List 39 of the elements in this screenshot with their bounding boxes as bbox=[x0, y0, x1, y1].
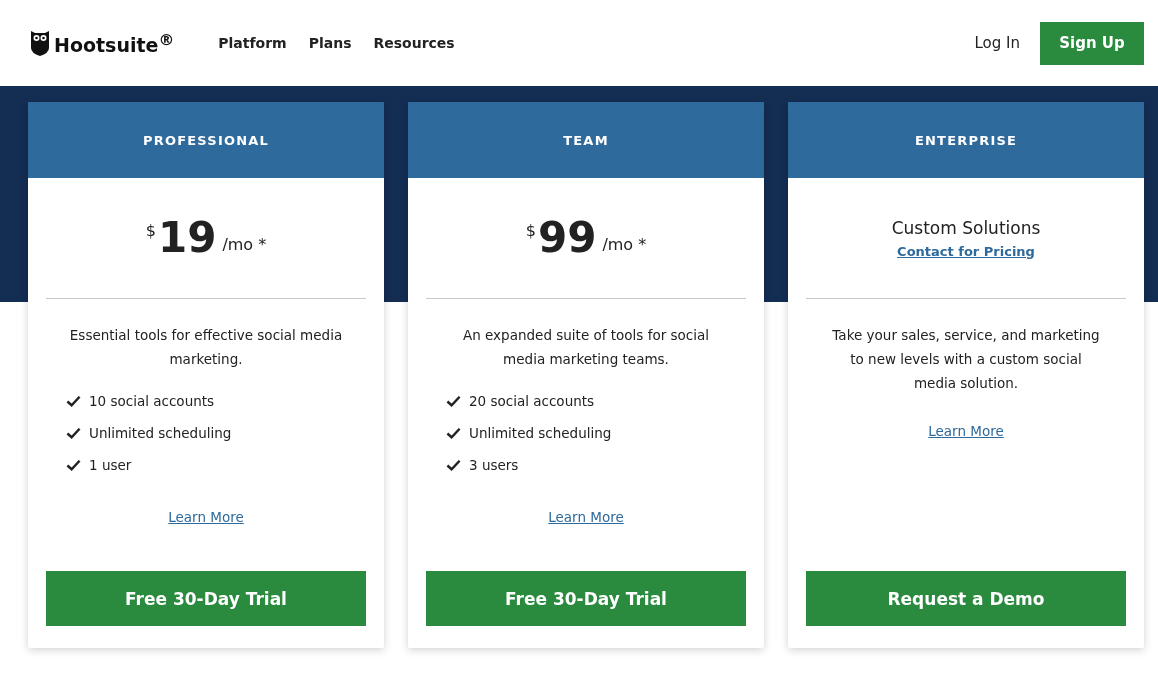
plan-name: PROFESSIONAL bbox=[28, 102, 384, 178]
checkmark-icon bbox=[66, 395, 81, 407]
price-period: /mo * bbox=[602, 235, 647, 254]
cta-button[interactable]: Request a Demo bbox=[806, 571, 1126, 626]
cta-button[interactable]: Free 30-Day Trial bbox=[46, 571, 366, 626]
feature-text: Unlimited scheduling bbox=[89, 425, 232, 441]
price-period: /mo * bbox=[222, 235, 267, 254]
login-link[interactable]: Log In bbox=[974, 34, 1020, 52]
feature-text: 10 social accounts bbox=[89, 393, 215, 409]
feature-text: Unlimited scheduling bbox=[469, 425, 612, 441]
checkmark-icon bbox=[66, 427, 81, 439]
feature-text: 20 social accounts bbox=[469, 393, 595, 409]
nav-link[interactable]: Plans bbox=[308, 35, 352, 51]
price-amount: 99 bbox=[537, 217, 597, 259]
plan-name: ENTERPRISE bbox=[788, 102, 1144, 178]
learn-more-link[interactable]: Learn More bbox=[928, 423, 1004, 439]
custom-title: Custom Solutions bbox=[891, 217, 1041, 238]
plan-description: Essential tools for effective social media marketing. bbox=[68, 326, 344, 369]
owl-logo-icon bbox=[30, 30, 50, 56]
nav-link[interactable]: Platform bbox=[218, 35, 287, 51]
currency-sign: $ bbox=[145, 221, 156, 240]
nav-link[interactable]: Resources bbox=[373, 35, 455, 51]
learn-more-link[interactable]: Learn More bbox=[548, 509, 624, 525]
feature-text: 1 user bbox=[89, 457, 132, 473]
currency-sign: $ bbox=[525, 221, 536, 240]
plan-description: An expanded suite of tools for social media marketing teams. bbox=[461, 326, 710, 369]
learn-more-link[interactable]: Learn More bbox=[168, 509, 244, 525]
signup-button[interactable]: Sign Up bbox=[1040, 21, 1144, 65]
checkmark-icon bbox=[446, 459, 461, 471]
brand-name[interactable]: Hootsuite$^{®}$ bbox=[54, 29, 175, 57]
price-amount: 19 bbox=[157, 217, 217, 259]
checkmark-icon bbox=[446, 395, 461, 407]
contact-pricing-link[interactable]: Contact for Pricing bbox=[897, 243, 1035, 259]
checkmark-icon bbox=[446, 427, 461, 439]
plan-name: TEAM bbox=[408, 102, 764, 178]
plan-description: Take your sales, service, and marketing to new levels with a custom social media solution. bbox=[831, 326, 1101, 393]
feature-text: 3 users bbox=[469, 457, 519, 473]
checkmark-icon bbox=[66, 459, 81, 471]
cta-button[interactable]: Free 30-Day Trial bbox=[426, 571, 746, 626]
